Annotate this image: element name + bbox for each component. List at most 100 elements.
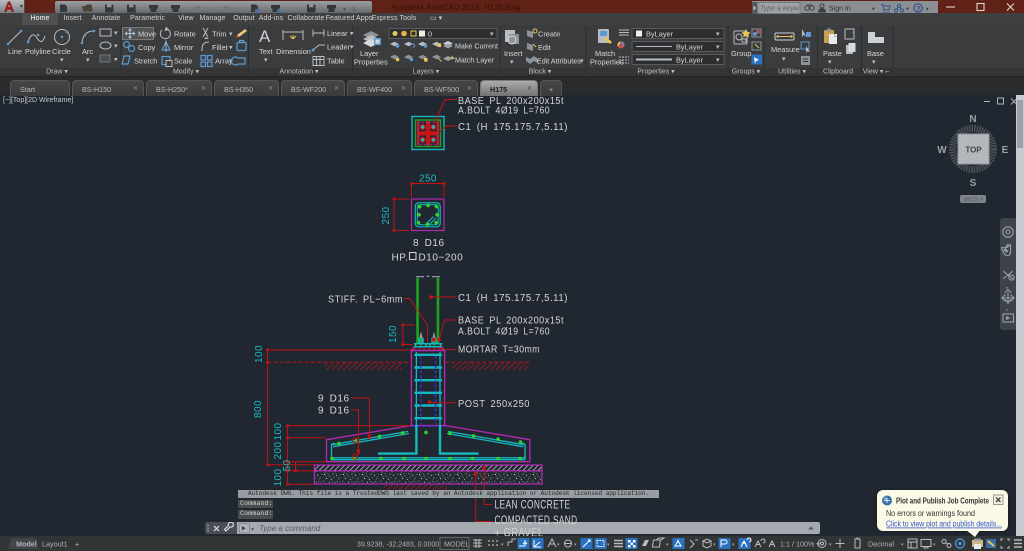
svg-text:Insert: Insert — [504, 49, 522, 58]
svg-text:9 D16: 9 D16 — [318, 394, 350, 405]
svg-text:▾: ▾ — [114, 56, 118, 63]
svg-text:Make Current: Make Current — [455, 42, 498, 50]
svg-text:▾: ▾ — [607, 542, 610, 548]
svg-text:MORTAR T=30mm: MORTAR T=30mm — [458, 345, 540, 356]
svg-text:Polyline: Polyline — [25, 47, 51, 56]
svg-text:▾: ▾ — [114, 43, 118, 50]
svg-text:Properties ▾: Properties ▾ — [637, 68, 675, 75]
svg-text:100: 100 — [254, 345, 265, 363]
svg-text:▾: ▾ — [490, 31, 494, 38]
svg-text:▾: ▾ — [86, 57, 90, 64]
svg-text:TOP: TOP — [965, 146, 982, 155]
svg-text:Stretch: Stretch — [134, 56, 157, 65]
svg-text:▾: ▾ — [114, 30, 118, 37]
svg-text:Layout1: Layout1 — [42, 540, 68, 549]
svg-text:Utilities ▾: Utilities ▾ — [778, 68, 807, 75]
svg-text:Sign In: Sign In — [829, 6, 851, 13]
svg-text:A.BOLT 4Ø19 L=760: A.BOLT 4Ø19 L=760 — [458, 327, 550, 338]
svg-text:Circle: Circle — [52, 47, 71, 56]
svg-text:▾: ▾ — [510, 59, 514, 66]
svg-text:+: + — [75, 540, 79, 549]
svg-text:Decimal: Decimal — [868, 540, 894, 549]
svg-text:▾: ▾ — [60, 57, 64, 64]
svg-text:800: 800 — [253, 400, 264, 418]
svg-text:Paste: Paste — [823, 49, 842, 58]
svg-text:200: 200 — [273, 442, 284, 460]
svg-text:?: ? — [916, 4, 921, 13]
svg-text:▾: ▾ — [264, 57, 268, 64]
svg-text:▾: ▾ — [350, 44, 354, 51]
svg-text:Text: Text — [259, 47, 273, 56]
svg-text:▾: ▾ — [828, 59, 832, 66]
svg-text:A.BOLT 4Ø19 L=760: A.BOLT 4Ø19 L=760 — [458, 106, 550, 117]
svg-text:1:1 / 100% ▾: 1:1 / 100% ▾ — [780, 540, 820, 549]
svg-text:No errors or warnings found: No errors or warnings found — [886, 509, 975, 518]
svg-text:Create: Create — [538, 29, 560, 38]
svg-text:▾: ▾ — [872, 7, 875, 13]
svg-text:▾: ▾ — [713, 542, 716, 548]
svg-text:MODEL: MODEL — [444, 540, 470, 549]
svg-text:▾: ▾ — [933, 542, 936, 548]
svg-text:8 D16: 8 D16 — [413, 238, 445, 249]
svg-text:WCS: WCS — [964, 197, 980, 204]
svg-text:Base: Base — [867, 49, 884, 58]
svg-text:▾: ▾ — [1006, 242, 1008, 247]
svg-text:▾: ▾ — [782, 56, 786, 63]
svg-text:▾: ▾ — [207, 7, 210, 13]
svg-text:Type a keyw: Type a keyw — [760, 6, 800, 13]
svg-text:Arc: Arc — [82, 47, 93, 56]
svg-text:▾: ▾ — [716, 44, 720, 51]
svg-text:▾: ▾ — [574, 542, 577, 548]
svg-text:View ▾ ⌐: View ▾ ⌐ — [863, 68, 890, 75]
svg-text:150: 150 — [388, 325, 399, 343]
svg-text:▾: ▾ — [666, 542, 669, 548]
svg-text:▾: ▾ — [1006, 285, 1008, 290]
svg-text:▾: ▾ — [716, 57, 720, 64]
svg-text:Group: Group — [731, 49, 752, 58]
svg-text:≡: ≡ — [352, 7, 356, 13]
svg-text:BASE PL 200x200x15t: BASE PL 200x200x15t — [458, 316, 564, 327]
svg-text:C1 (H 175.175.7,5.11): C1 (H 175.175.7,5.11) — [458, 122, 568, 133]
svg-text:100: 100 — [273, 469, 284, 487]
svg-text:Dimension: Dimension — [276, 47, 311, 56]
svg-text:Modify ▾: Modify ▾ — [173, 68, 200, 75]
svg-text:Scale: Scale — [174, 56, 193, 65]
svg-text:▾: ▾ — [580, 58, 584, 65]
svg-text:Properties: Properties — [590, 57, 624, 66]
svg-text:▾: ▾ — [229, 31, 233, 38]
svg-text:▾: ▾ — [350, 30, 354, 37]
svg-text:ByLayer: ByLayer — [676, 42, 704, 51]
svg-text:Draw ▾: Draw ▾ — [46, 68, 68, 75]
svg-text:Plot and Publish Job Complete: Plot and Publish Job Complete — [896, 497, 989, 506]
svg-text:100: 100 — [273, 423, 284, 441]
svg-text:D10−200: D10−200 — [419, 253, 464, 264]
svg-text:▾: ▾ — [229, 44, 233, 51]
svg-text:Trim: Trim — [212, 29, 227, 38]
svg-text:Linear: Linear — [327, 29, 348, 38]
svg-text:Copy: Copy — [138, 43, 156, 52]
svg-text:▾: ▾ — [829, 542, 832, 548]
svg-text:A: A — [259, 27, 271, 46]
svg-text:Edit: Edit — [538, 43, 551, 52]
svg-text:▾: ▾ — [501, 542, 504, 548]
svg-text:Click to view plot and publish: Click to view plot and publish details..… — [886, 520, 1002, 529]
svg-text:LEAN CONCRETE: LEAN CONCRETE — [495, 500, 571, 512]
svg-text:Match Layer: Match Layer — [455, 56, 495, 64]
svg-text:Fillet: Fillet — [212, 43, 228, 52]
svg-text:C1 (H 175.175.7,5.11): C1 (H 175.175.7,5.11) — [458, 293, 568, 304]
svg-text:9 D16: 9 D16 — [318, 406, 350, 417]
svg-text:Properties: Properties — [354, 57, 388, 66]
svg-text:▾: ▾ — [901, 542, 904, 548]
svg-text:Leader: Leader — [327, 42, 351, 51]
svg-text:ByLayer: ByLayer — [676, 55, 704, 64]
svg-text:▾: ▾ — [872, 59, 876, 66]
svg-text:▾: ▾ — [926, 7, 929, 13]
svg-text:ByLayer: ByLayer — [646, 29, 674, 38]
svg-text:Mirror: Mirror — [174, 43, 194, 52]
svg-text:0: 0 — [428, 29, 432, 38]
svg-text:STIFF. PL−6mm: STIFF. PL−6mm — [328, 295, 403, 306]
svg-text:▾: ▾ — [237, 7, 240, 13]
svg-text:▾: ▾ — [343, 7, 346, 13]
svg-text:▾: ▾ — [716, 31, 720, 38]
svg-text:250: 250 — [381, 207, 392, 225]
